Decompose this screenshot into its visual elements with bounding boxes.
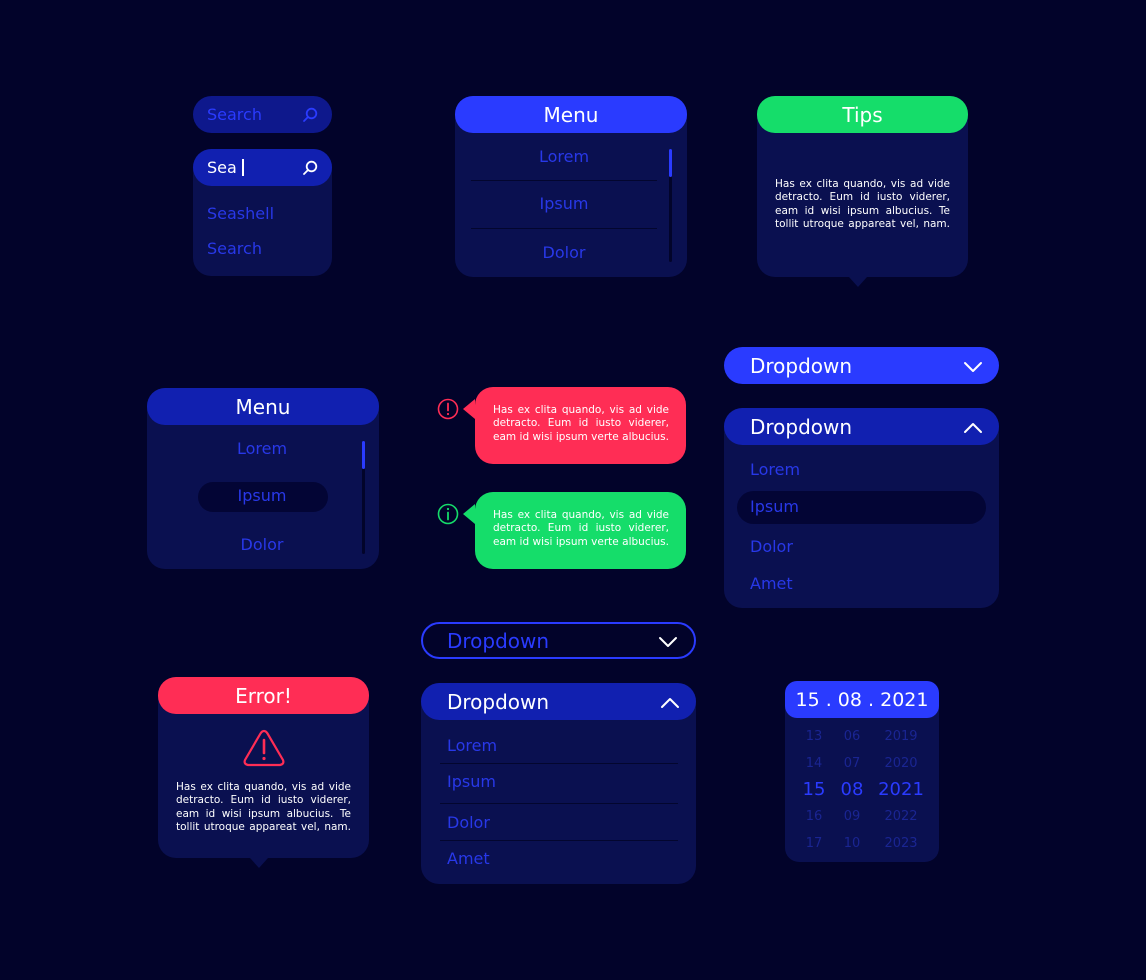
- dropdown-label: Dropdown: [447, 628, 550, 653]
- day-option[interactable]: 17: [799, 831, 829, 858]
- divider: [440, 840, 678, 841]
- bubble-tail: [463, 399, 475, 419]
- menu-item-ipsum[interactable]: Ipsum: [471, 194, 657, 213]
- year-option[interactable]: 2022: [877, 804, 925, 831]
- search-value[interactable]: Sea: [207, 158, 244, 177]
- tips-title: Tips: [757, 96, 968, 133]
- menu-title: Menu: [455, 96, 687, 133]
- dropdown-option-dolor[interactable]: Dolor: [421, 813, 490, 832]
- dropdown-option-amet[interactable]: Amet: [724, 574, 793, 593]
- dropdown-option-ipsum[interactable]: Ipsum: [421, 772, 496, 791]
- menu-title: Menu: [147, 388, 379, 425]
- dropdown-option-amet[interactable]: Amet: [421, 849, 490, 868]
- year-option[interactable]: 2020: [877, 751, 925, 778]
- menu-item-dolor[interactable]: Dolor: [471, 243, 657, 262]
- text-cursor: [241, 159, 244, 176]
- alert-info-bubble: Has ex clita quando, vis ad vide detract…: [475, 492, 686, 569]
- day-option[interactable]: 16: [799, 804, 829, 831]
- menu-item-lorem[interactable]: Lorem: [471, 147, 657, 166]
- divider: [471, 180, 657, 181]
- dropdown-label: Dropdown: [750, 353, 853, 378]
- year-option[interactable]: 2023: [877, 831, 925, 858]
- tips-card: Tips Has ex clita quando, vis ad vide de…: [757, 96, 968, 277]
- month-option[interactable]: 07: [837, 751, 867, 778]
- dropdown-option-lorem[interactable]: Lorem: [724, 460, 800, 479]
- dropdown-open-list: Dropdown Lorem Ipsum Dolor Amet: [421, 683, 696, 884]
- search-suggestion[interactable]: Seashell: [207, 204, 274, 223]
- search-suggestion[interactable]: Search: [207, 239, 262, 258]
- menu-item-dolor[interactable]: Dolor: [163, 535, 361, 554]
- year-option[interactable]: 2019: [877, 724, 925, 751]
- dropdown-open: Dropdown Lorem Ipsum Dolor Amet: [724, 408, 999, 608]
- menu-top: Menu Lorem Ipsum Dolor: [455, 96, 687, 277]
- search-autocomplete: Sea Seashell Search: [193, 149, 332, 276]
- dropdown-label: Dropdown: [750, 414, 853, 439]
- year-wheel[interactable]: 2019 2020 2021 2022 2023: [877, 724, 925, 857]
- divider: [440, 763, 678, 764]
- error-title: Error!: [158, 677, 369, 714]
- menu-item-lorem[interactable]: Lorem: [163, 439, 361, 458]
- date-value[interactable]: 15 . 08 . 2021: [785, 681, 939, 718]
- search-icon[interactable]: [302, 107, 318, 123]
- chevron-down-icon: [963, 354, 983, 378]
- error-body: Has ex clita quando, vis ad vide detract…: [176, 781, 351, 834]
- dropdown-outlined[interactable]: Dropdown: [421, 622, 696, 659]
- dropdown-option-lorem[interactable]: Lorem: [421, 736, 497, 755]
- bubble-tail: [463, 504, 475, 524]
- day-wheel[interactable]: 13 14 15 16 17: [799, 724, 829, 857]
- scrollbar-thumb[interactable]: [669, 149, 672, 177]
- warning-triangle-icon: [242, 728, 286, 772]
- month-wheel[interactable]: 06 07 08 09 10: [837, 724, 867, 857]
- month-option-selected[interactable]: 08: [837, 777, 867, 804]
- dropdown-label: Dropdown: [447, 689, 550, 714]
- month-option[interactable]: 06: [837, 724, 867, 751]
- search-input-idle[interactable]: Search: [193, 96, 332, 133]
- month-option[interactable]: 10: [837, 831, 867, 858]
- error-tail: [250, 858, 268, 868]
- day-option[interactable]: 14: [799, 751, 829, 778]
- chevron-up-icon: [963, 415, 983, 439]
- day-option[interactable]: 13: [799, 724, 829, 751]
- divider: [471, 228, 657, 229]
- divider: [440, 803, 678, 804]
- year-option-selected[interactable]: 2021: [877, 777, 925, 804]
- menu-item-ipsum-selected[interactable]: Ipsum: [163, 486, 361, 505]
- alert-info-text: Has ex clita quando, vis ad vide detract…: [493, 509, 669, 548]
- day-option-selected[interactable]: 15: [799, 777, 829, 804]
- scrollbar-thumb[interactable]: [362, 441, 365, 469]
- chevron-down-icon: [658, 629, 678, 653]
- search-placeholder: Search: [207, 105, 262, 124]
- alert-error-bubble: Has ex clita quando, vis ad vide detract…: [475, 387, 686, 464]
- search-input-active[interactable]: Sea: [193, 149, 332, 186]
- menu-mid: Menu Lorem Ipsum Dolor: [147, 388, 379, 569]
- info-circle-icon: [437, 503, 459, 529]
- exclamation-circle-icon: [437, 398, 459, 424]
- tips-body: Has ex clita quando, vis ad vide detract…: [775, 178, 950, 231]
- error-card: Error! Has ex clita quando, vis ad vide …: [158, 677, 369, 858]
- dropdown-header[interactable]: Dropdown: [421, 683, 696, 720]
- date-picker: 15 . 08 . 2021 13 14 15 16 17 06 07 08 0…: [785, 681, 939, 862]
- chevron-up-icon: [660, 690, 680, 714]
- alert-error-text: Has ex clita quando, vis ad vide detract…: [493, 404, 669, 443]
- dropdown-header[interactable]: Dropdown: [724, 408, 999, 445]
- tips-tail: [849, 277, 867, 287]
- month-option[interactable]: 09: [837, 804, 867, 831]
- dropdown-option-ipsum-selected[interactable]: Ipsum: [724, 497, 799, 516]
- dropdown-option-dolor[interactable]: Dolor: [724, 537, 793, 556]
- search-icon[interactable]: [302, 160, 318, 176]
- dropdown-closed[interactable]: Dropdown: [724, 347, 999, 384]
